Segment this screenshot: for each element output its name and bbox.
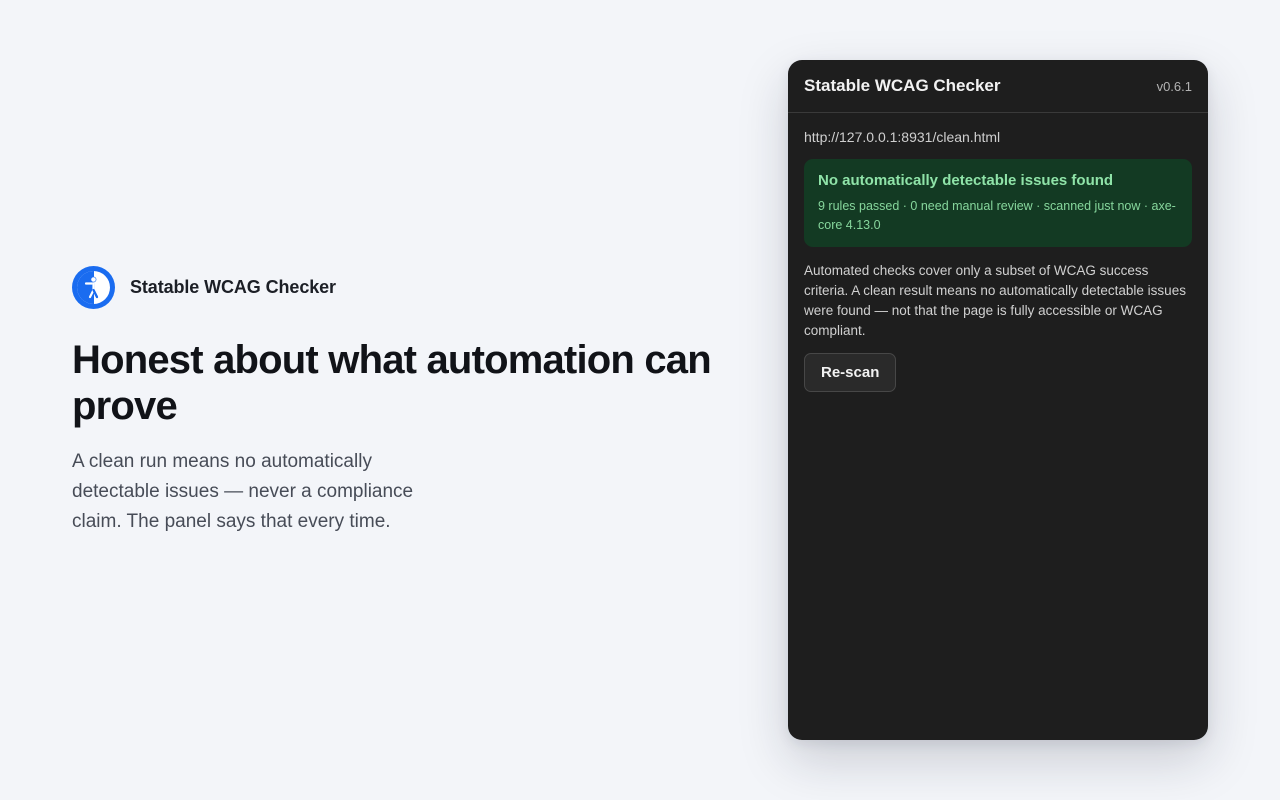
version-label: v0.6.1 bbox=[1156, 78, 1192, 94]
disclaimer-text: Automated checks cover only a subset of … bbox=[804, 263, 1186, 338]
page-title: Honest about what automation can prove bbox=[72, 338, 712, 428]
checker-panel: Statable WCAG Checker v0.6.1 http://127.… bbox=[788, 60, 1208, 740]
panel-header: Statable WCAG Checker v0.6.1 bbox=[788, 60, 1208, 113]
brand: Statable WCAG Checker bbox=[72, 265, 732, 309]
panel-title: Statable WCAG Checker bbox=[804, 76, 1001, 95]
panel-body: http://127.0.0.1:8931/clean.html No auto… bbox=[788, 113, 1208, 392]
result-meta: 9 rules passed · 0 need manual review · … bbox=[818, 199, 1176, 232]
brand-name: Statable WCAG Checker bbox=[130, 276, 336, 297]
page-subtitle: A clean run means no automatically detec… bbox=[72, 451, 414, 532]
result-title: No automatically detectable issues found bbox=[818, 172, 1114, 189]
scanned-url: http://127.0.0.1:8931/clean.html bbox=[804, 129, 1001, 145]
result-banner: No automatically detectable issues found… bbox=[804, 159, 1192, 247]
rescan-button[interactable]: Re-scan bbox=[804, 353, 897, 392]
hero-section: Statable WCAG Checker Honest about what … bbox=[72, 265, 732, 537]
accessibility-icon bbox=[72, 265, 115, 309]
